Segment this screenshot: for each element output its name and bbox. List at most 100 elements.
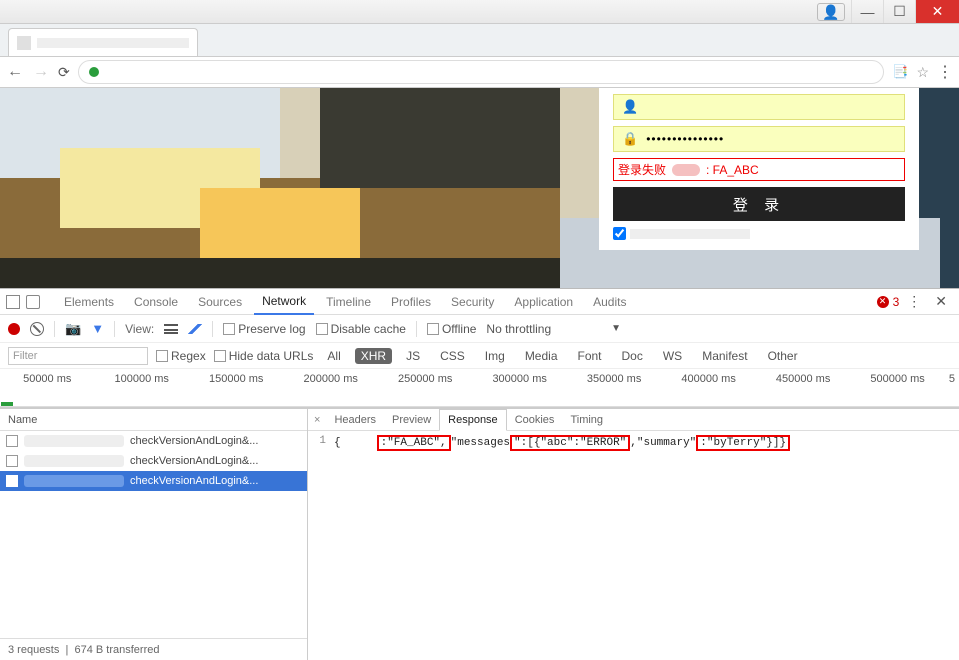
request-row[interactable]: checkVersionAndLogin&... (0, 471, 307, 491)
filter-other[interactable]: Other (762, 348, 804, 364)
tab-audits[interactable]: Audits (585, 289, 634, 315)
remember-checkbox[interactable] (613, 227, 626, 240)
line-number: 1 (314, 435, 326, 656)
detail-tabbar: × Headers Preview Response Cookies Timin… (308, 409, 959, 431)
dtab-timing[interactable]: Timing (562, 409, 611, 431)
device-toggle-icon[interactable] (26, 295, 40, 309)
timeline-tick: 350000 ms (567, 369, 661, 406)
lock-icon: 🔒 (622, 131, 638, 147)
back-button[interactable]: ← (6, 63, 24, 81)
detail-close-button[interactable]: × (308, 414, 326, 426)
highlight-box: ":[{"abc":"ERROR" (510, 435, 630, 451)
filter-toggle-icon[interactable]: ▼ (91, 321, 104, 336)
highlight-box: :"byTerry"}]} (696, 435, 790, 451)
timeline-tick: 400000 ms (661, 369, 755, 406)
timeline-tick: 450000 ms (756, 369, 850, 406)
devtools-close[interactable]: ✕ (929, 293, 953, 310)
network-filter-row: Filter Regex Hide data URLs All XHR JS C… (0, 343, 959, 369)
dtab-cookies[interactable]: Cookies (507, 409, 563, 431)
network-toolbar: 📷 ▼ View: Preserve log Disable cache Off… (0, 315, 959, 343)
request-list-panel: Name checkVersionAndLogin&... checkVersi… (0, 409, 308, 660)
dtab-preview[interactable]: Preview (384, 409, 439, 431)
window-titlebar: 👤 — ☐ ✕ (0, 0, 959, 24)
minimize-button[interactable]: — (851, 0, 883, 23)
login-error: 登录失败 : FA_ABC (613, 158, 905, 181)
password-field[interactable]: 🔒 (613, 126, 905, 152)
tab-timeline[interactable]: Timeline (318, 289, 379, 315)
hide-data-urls-checkbox[interactable]: Hide data URLs (214, 349, 314, 363)
waterfall-view-icon[interactable] (188, 324, 202, 334)
inspect-icon[interactable] (6, 295, 20, 309)
throttling-select[interactable]: No throttling (486, 322, 551, 336)
timeline-marker (1, 402, 13, 406)
filter-font[interactable]: Font (572, 348, 608, 364)
filter-css[interactable]: CSS (434, 348, 471, 364)
list-view-icon[interactable] (164, 324, 178, 334)
chevron-down-icon[interactable]: ▼ (611, 323, 621, 334)
username-input[interactable] (646, 100, 896, 114)
dtab-response[interactable]: Response (439, 409, 507, 431)
offline-checkbox[interactable]: Offline (427, 322, 476, 336)
filter-media[interactable]: Media (519, 348, 564, 364)
preserve-log-checkbox[interactable]: Preserve log (223, 322, 305, 336)
filter-input[interactable]: Filter (8, 347, 148, 365)
login-form: 👤 🔒 登录失败 : FA_ABC 登 录 (599, 88, 919, 250)
devtools-menu[interactable]: ⋮ (903, 293, 925, 310)
address-bar[interactable] (78, 60, 885, 84)
dtab-headers[interactable]: Headers (326, 409, 384, 431)
clear-button[interactable] (30, 322, 44, 336)
screenshot-icon[interactable]: 📷 (65, 321, 81, 337)
username-field[interactable]: 👤 (613, 94, 905, 120)
tab-profiles[interactable]: Profiles (383, 289, 439, 315)
error-mask (672, 164, 700, 176)
tab-sources[interactable]: Sources (190, 289, 250, 315)
view-label: View: (125, 322, 154, 336)
user-icon[interactable]: 👤 (817, 3, 845, 21)
timeline-tick: 5 (945, 369, 959, 406)
tab-network[interactable]: Network (254, 289, 314, 315)
forward-button[interactable]: → (32, 63, 50, 81)
tab-application[interactable]: Application (506, 289, 581, 315)
response-body[interactable]: 1 {:"FA_ABC","messages":[{"abc":"ERROR",… (308, 431, 959, 660)
error-badge[interactable]: ✕3 (877, 295, 900, 309)
maximize-button[interactable]: ☐ (883, 0, 915, 23)
request-list: checkVersionAndLogin&... checkVersionAnd… (0, 431, 307, 638)
favicon-icon (17, 36, 31, 50)
regex-checkbox[interactable]: Regex (156, 349, 206, 363)
network-timeline[interactable]: 50000 ms 100000 ms 150000 ms 200000 ms 2… (0, 369, 959, 407)
network-main: Name checkVersionAndLogin&... checkVersi… (0, 407, 959, 660)
disable-cache-checkbox[interactable]: Disable cache (316, 322, 406, 336)
bookmark-pin-icon[interactable]: 📑 (892, 64, 908, 80)
record-button[interactable] (8, 323, 20, 335)
password-input[interactable] (646, 132, 896, 146)
devtools-tabbar: Elements Console Sources Network Timelin… (0, 289, 959, 315)
secure-icon (89, 67, 99, 77)
filter-xhr[interactable]: XHR (355, 348, 392, 364)
filter-all[interactable]: All (321, 348, 346, 364)
star-icon[interactable]: ☆ (916, 64, 929, 81)
reload-button[interactable]: ⟳ (58, 64, 70, 81)
request-list-header[interactable]: Name (0, 409, 307, 431)
error-prefix: 登录失败 (618, 161, 666, 178)
browser-tab[interactable] (8, 28, 198, 56)
tab-security[interactable]: Security (443, 289, 502, 315)
request-row[interactable]: checkVersionAndLogin&... (0, 451, 307, 471)
request-row[interactable]: checkVersionAndLogin&... (0, 431, 307, 451)
timeline-tick: 50000 ms (0, 369, 94, 406)
tab-elements[interactable]: Elements (56, 289, 122, 315)
tab-console[interactable]: Console (126, 289, 186, 315)
filter-ws[interactable]: WS (657, 348, 688, 364)
window-close-button[interactable]: ✕ (915, 0, 959, 23)
filter-img[interactable]: Img (479, 348, 511, 364)
menu-button[interactable]: ⋮ (937, 62, 953, 82)
login-button[interactable]: 登 录 (613, 187, 905, 221)
request-list-footer: 3 requests | 674 B transferred (0, 638, 307, 660)
filter-doc[interactable]: Doc (616, 348, 649, 364)
url-input[interactable] (105, 65, 874, 80)
timeline-tick: 300000 ms (472, 369, 566, 406)
timeline-tick: 200000 ms (283, 369, 377, 406)
timeline-tick: 150000 ms (189, 369, 283, 406)
highlight-box: :"FA_ABC", (377, 435, 451, 451)
filter-js[interactable]: JS (400, 348, 426, 364)
filter-manifest[interactable]: Manifest (696, 348, 753, 364)
